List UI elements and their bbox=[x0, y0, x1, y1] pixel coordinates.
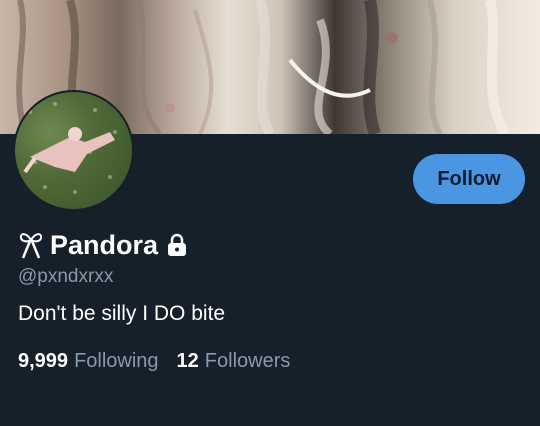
followers-label: Followers bbox=[204, 350, 291, 372]
profile-handle: @pxndxrxx bbox=[18, 266, 114, 287]
profile-name-row: Pandora bbox=[18, 228, 188, 262]
following-link[interactable]: 9,999 Following bbox=[18, 350, 159, 373]
profile-avatar[interactable] bbox=[13, 90, 134, 211]
followers-count: 12 bbox=[176, 350, 199, 372]
display-name: Pandora bbox=[50, 229, 159, 260]
lock-icon bbox=[166, 233, 188, 257]
ribbon-icon bbox=[18, 230, 44, 260]
profile-stats: 9,999 Following 12 Followers bbox=[18, 350, 290, 373]
profile-bio: Don't be silly I DO bite bbox=[18, 302, 226, 325]
followers-link[interactable]: 12 Followers bbox=[177, 350, 291, 373]
profile-page: Follow Pandora @pxndxrxx Don't be silly … bbox=[0, 0, 540, 426]
following-count: 9,999 bbox=[18, 350, 69, 372]
avatar-photo bbox=[23, 102, 117, 194]
following-label: Following bbox=[74, 350, 159, 372]
follow-button[interactable]: Follow bbox=[413, 154, 525, 204]
